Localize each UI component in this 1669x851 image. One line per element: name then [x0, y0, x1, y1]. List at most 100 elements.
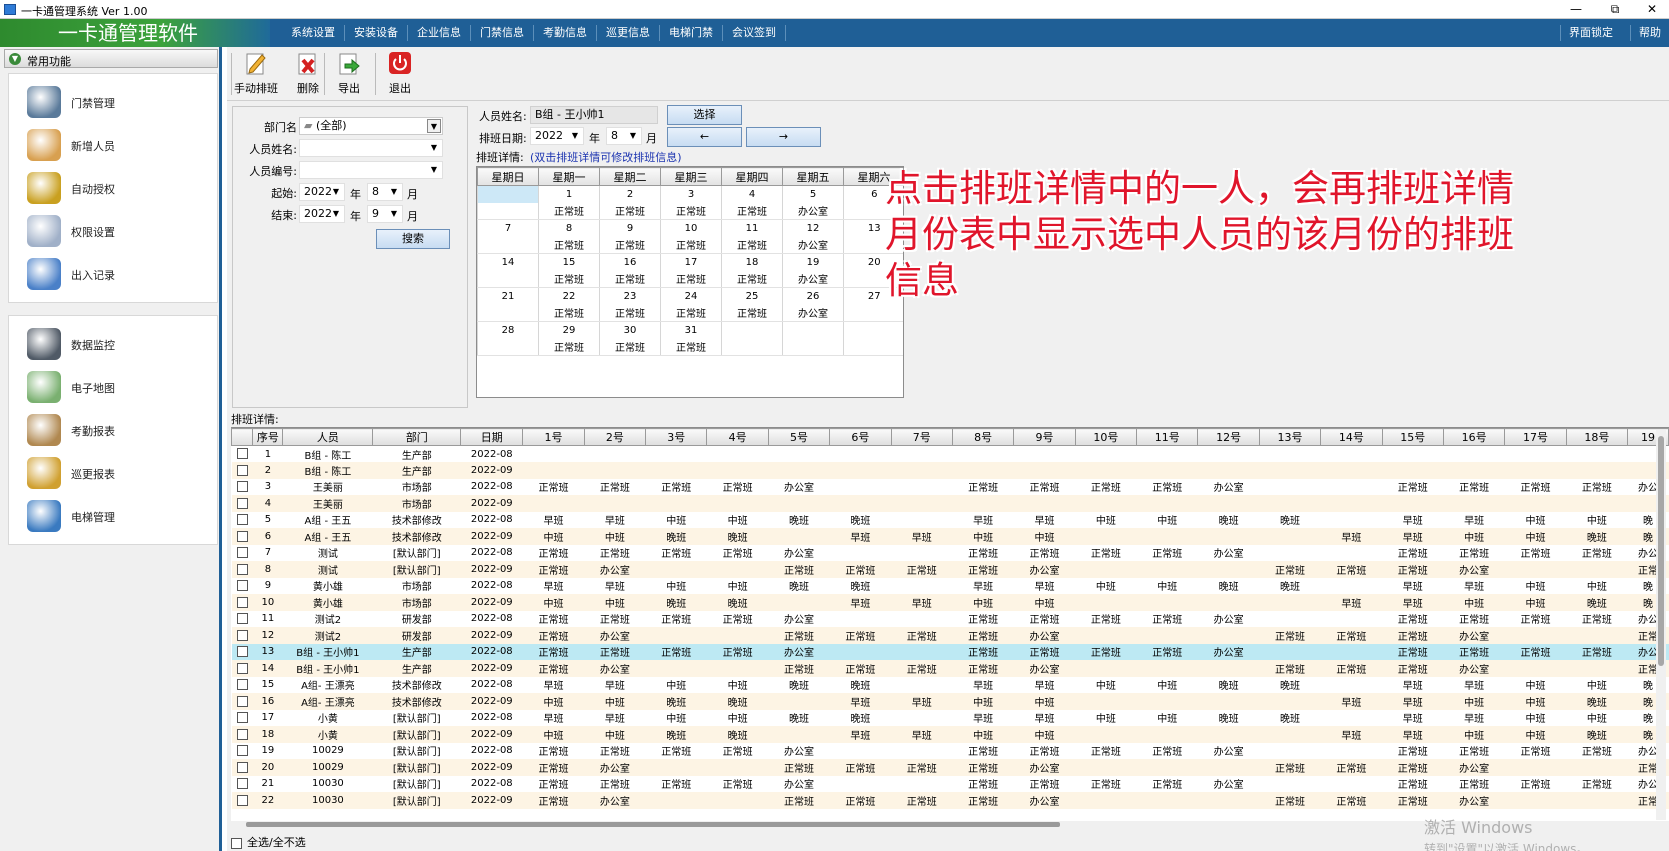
calendar-shift[interactable]: 正常班: [538, 202, 600, 220]
row-checkbox[interactable]: [236, 613, 248, 624]
end-year-combo[interactable]: 2022 ▼: [299, 205, 345, 223]
calendar-day[interactable]: 24: [660, 287, 722, 305]
row-checkbox[interactable]: [236, 580, 248, 591]
row-checkbox[interactable]: [236, 745, 248, 756]
sidebar-item-group1-4[interactable]: 出入记录: [21, 254, 211, 294]
person-field[interactable]: B组 - 王小帅1: [530, 106, 658, 124]
name-combo[interactable]: ▼: [299, 139, 443, 157]
menu-item-4[interactable]: 考勤信息: [534, 25, 597, 41]
close-button[interactable]: ✕: [1638, 1, 1666, 17]
grid-column-header[interactable]: 12号: [1197, 428, 1260, 446]
prev-month-button[interactable]: ←: [667, 127, 742, 147]
table-row[interactable]: 1 B组 - 陈工 生产部 2022-08: [231, 445, 1669, 462]
row-checkbox-cell[interactable]: [231, 610, 253, 627]
sidebar-item-group2-2[interactable]: 考勤报表: [21, 410, 211, 450]
schedule-year-combo[interactable]: 2022 ▼: [530, 127, 584, 145]
dept-combo[interactable]: ▰ (全部) ▼: [299, 117, 443, 135]
row-checkbox-cell[interactable]: [231, 561, 253, 578]
row-checkbox[interactable]: [236, 728, 248, 740]
grid-column-header[interactable]: 13号: [1258, 428, 1322, 446]
row-checkbox[interactable]: [236, 778, 248, 789]
calendar-shift[interactable]: 正常班: [538, 236, 600, 254]
chevron-down-icon[interactable]: ▼: [329, 185, 343, 199]
grid-column-header[interactable]: 9号: [1013, 428, 1076, 446]
table-row[interactable]: 13 B组 - 王小帅1 生产部 2022-08 正常班 正常班 正常班 正常班 办公室 正常班正…: [231, 643, 1669, 660]
calendar-day[interactable]: 12: [782, 219, 844, 237]
calendar-shift[interactable]: 办公室: [782, 270, 844, 288]
row-checkbox[interactable]: [236, 448, 248, 460]
table-row[interactable]: 6 A组 - 王五 技术部修改 2022-09 中班 中班 晚班 晚班 早班 早班 中班 中班 早班 早班…: [231, 528, 1669, 545]
schedule-grid[interactable]: 序号 人员 部门 日期 1号 2号 3号 4号 5号 6号 7号 8号 9号 10号 11号 12号 13号 14…: [231, 427, 1669, 821]
schedule-month-combo[interactable]: 8 ▼: [606, 127, 642, 145]
calendar-day[interactable]: 30: [599, 321, 661, 339]
menu-item-5[interactable]: 巡更信息: [597, 25, 660, 41]
calendar-day[interactable]: 25: [721, 287, 783, 305]
grid-column-header[interactable]: 日期: [460, 428, 524, 446]
restore-button[interactable]: ⧉: [1601, 1, 1629, 17]
table-row[interactable]: 10 黄小雄 市场部 2022-09 中班 中班 晚班 晚班 早班 早班 中班 中班 早班 早班 中班 中班晚…: [231, 594, 1669, 611]
table-row[interactable]: 22 10030 [默认部门] 2022-09 正常班 办公室 正常班 正常班 正常班 正常班 办公…: [231, 792, 1669, 809]
chevron-down-icon[interactable]: ▼: [427, 119, 441, 133]
sidebar-item-group2-1[interactable]: 电子地图: [21, 367, 211, 407]
sidebar-item-group1-0[interactable]: 门禁管理: [21, 82, 211, 122]
schedule-calendar[interactable]: 星期日 星期一 星期二 星期三 星期四 星期五 星期六 1 2 3 4 5 6 正常班 正常班 正常班 正常班…: [476, 166, 904, 398]
row-checkbox[interactable]: [236, 695, 248, 707]
row-checkbox-cell[interactable]: [231, 511, 253, 528]
row-checkbox-cell[interactable]: [231, 742, 253, 759]
menu-lock-ui[interactable]: 界面锁定: [1560, 25, 1621, 41]
calendar-day[interactable]: [843, 321, 903, 339]
sidebar-header[interactable]: ▼ 常用功能: [4, 49, 218, 68]
calendar-day[interactable]: 31: [660, 321, 722, 339]
scroll-thumb[interactable]: [1658, 436, 1664, 666]
grid-column-header[interactable]: 17号: [1504, 428, 1567, 446]
collapse-icon[interactable]: ▼: [9, 53, 21, 65]
calendar-shift[interactable]: [843, 338, 903, 356]
grid-column-header[interactable]: 6号: [829, 428, 892, 446]
horizontal-scrollbar[interactable]: [246, 822, 1060, 827]
table-row[interactable]: 11 测试2 研发部 2022-08 正常班 正常班 正常班 正常班 办公室 正常班 正常班 正常班正…: [231, 610, 1669, 627]
minimize-button[interactable]: —: [1562, 1, 1590, 17]
row-checkbox[interactable]: [236, 794, 248, 806]
calendar-day[interactable]: 28: [477, 321, 539, 339]
manual-schedule-button[interactable]: 手动排班: [231, 51, 281, 99]
row-checkbox-cell[interactable]: [231, 660, 253, 677]
calendar-shift[interactable]: 正常班: [721, 236, 783, 254]
chevron-down-icon[interactable]: ▼: [568, 129, 582, 143]
row-checkbox[interactable]: [236, 662, 248, 674]
calendar-shift[interactable]: [477, 338, 539, 356]
calendar-shift[interactable]: 正常班: [721, 304, 783, 322]
row-checkbox[interactable]: [236, 646, 248, 657]
row-checkbox-cell[interactable]: [231, 792, 253, 809]
table-row[interactable]: 16 A组- 王漂亮 技术部修改 2022-09 中班 中班 晚班 晚班 早班 早班 中班 中班 早班早…: [231, 693, 1669, 710]
grid-column-header[interactable]: 18号: [1565, 428, 1629, 446]
grid-column-header[interactable]: 序号: [252, 428, 284, 446]
row-checkbox[interactable]: [236, 497, 248, 509]
row-checkbox[interactable]: [236, 761, 248, 773]
calendar-day[interactable]: 11: [721, 219, 783, 237]
export-button[interactable]: 导出: [324, 51, 374, 99]
row-checkbox[interactable]: [236, 514, 248, 525]
row-checkbox-cell[interactable]: [231, 676, 253, 693]
calendar-day[interactable]: 18: [721, 253, 783, 271]
row-checkbox[interactable]: [236, 712, 248, 723]
calendar-day[interactable]: 29: [538, 321, 600, 339]
table-row[interactable]: 12 测试2 研发部 2022-09 正常班 办公室 正常班 正常班 正常班 正常班 办公室 正常班正…: [231, 627, 1669, 644]
search-button[interactable]: 搜索: [376, 229, 450, 249]
menu-item-2[interactable]: 企业信息: [408, 25, 471, 41]
grid-column-header[interactable]: 5号: [767, 428, 831, 446]
calendar-shift[interactable]: 正常班: [538, 270, 600, 288]
calendar-day[interactable]: 8: [538, 219, 600, 237]
calendar-day[interactable]: [782, 321, 844, 339]
calendar-shift[interactable]: 正常班: [599, 338, 661, 356]
calendar-shift[interactable]: 正常班: [660, 202, 722, 220]
calendar-day[interactable]: 7: [477, 219, 539, 237]
table-row[interactable]: 21 10030 [默认部门] 2022-08 正常班 正常班 正常班 正常班 办公室 正常班 正常…: [231, 775, 1669, 792]
table-row[interactable]: 4 王美丽 市场部 2022-09: [231, 495, 1669, 512]
calendar-shift[interactable]: 正常班: [721, 270, 783, 288]
chevron-down-icon[interactable]: ▼: [387, 207, 401, 221]
menu-item-6[interactable]: 电梯门禁: [660, 25, 723, 41]
calendar-shift[interactable]: [843, 304, 903, 322]
calendar-day[interactable]: 1: [538, 185, 600, 203]
table-row[interactable]: 9 黄小雄 市场部 2022-08 早班 早班 中班 中班 晚班 晚班 早班 早班 中班 中班 晚班 晚班 早班…: [231, 577, 1669, 594]
calendar-shift[interactable]: [477, 304, 539, 322]
